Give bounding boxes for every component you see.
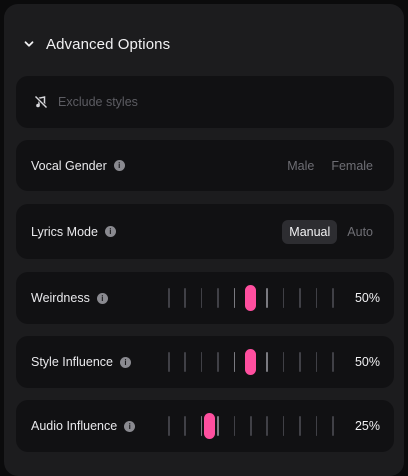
info-icon[interactable]: i — [120, 356, 131, 368]
slider-tick — [266, 288, 268, 308]
slider-tick — [250, 416, 252, 436]
style-influence-label: Style Influence — [31, 355, 113, 369]
slider-tick — [200, 352, 203, 372]
slider-tick — [332, 352, 334, 372]
slider-tick — [299, 288, 301, 308]
slider-tick — [168, 288, 170, 308]
slider-tick — [315, 352, 318, 372]
slider-tick — [332, 416, 334, 436]
exclude-styles-placeholder: Exclude styles — [58, 95, 138, 109]
exclude-styles-field[interactable]: Exclude styles — [16, 76, 394, 128]
weirdness-label: Weirdness — [31, 291, 90, 305]
slider-tick — [282, 288, 285, 308]
slider-tick — [282, 416, 285, 436]
lyrics-mode-row: Lyrics Mode i Manual Auto — [16, 204, 394, 259]
audio-influence-value: 25% — [354, 419, 380, 433]
style-influence-slider[interactable] — [164, 347, 344, 377]
lyrics-mode-auto-option[interactable]: Auto — [340, 220, 380, 244]
slider-tick — [315, 288, 318, 308]
vocal-gender-label: Vocal Gender — [31, 158, 107, 173]
style-influence-row: Style Influence i 50% — [16, 336, 394, 388]
slider-tick — [184, 288, 186, 308]
slider-tick — [200, 288, 203, 308]
chevron-down-icon — [22, 37, 36, 51]
slider-tick — [217, 416, 219, 436]
advanced-options-title: Advanced Options — [46, 35, 171, 53]
slider-tick — [299, 352, 301, 372]
lyrics-mode-label: Lyrics Mode — [31, 224, 98, 239]
slider-thumb[interactable] — [245, 349, 256, 375]
slider-tick — [233, 352, 236, 372]
info-icon[interactable]: i — [104, 226, 116, 237]
slider-tick — [266, 416, 268, 436]
slider-tick — [184, 352, 186, 372]
slider-tick — [299, 416, 301, 436]
weirdness-row: Weirdness i 50% — [16, 272, 394, 324]
lyrics-mode-manual-option[interactable]: Manual — [282, 219, 338, 244]
no-music-icon — [34, 95, 48, 109]
slider-tick — [315, 416, 318, 436]
slider-tick — [233, 416, 236, 436]
advanced-options-panel: Advanced Options Exclude styles Vocal Ge… — [4, 4, 404, 476]
info-icon[interactable]: i — [124, 420, 136, 432]
slider-tick — [266, 352, 268, 372]
weirdness-value: 50% — [354, 291, 380, 305]
audio-influence-slider[interactable] — [164, 411, 344, 441]
slider-tick — [168, 352, 170, 372]
slider-tick — [217, 288, 219, 308]
weirdness-slider[interactable] — [164, 283, 344, 313]
info-icon[interactable]: i — [96, 292, 108, 304]
vocal-gender-female-option[interactable]: Female — [324, 154, 380, 178]
audio-influence-label: Audio Influence — [31, 419, 118, 433]
slider-tick — [282, 352, 285, 372]
info-icon[interactable]: i — [113, 160, 125, 171]
advanced-options-toggle[interactable]: Advanced Options — [22, 32, 170, 56]
style-influence-value: 50% — [354, 355, 380, 369]
slider-tick — [184, 416, 186, 436]
slider-tick — [217, 352, 219, 372]
vocal-gender-row: Vocal Gender i Male Female — [16, 140, 394, 191]
slider-tick — [233, 288, 236, 308]
slider-thumb[interactable] — [204, 413, 215, 439]
slider-tick — [200, 416, 203, 436]
slider-tick — [168, 416, 170, 436]
slider-tick — [332, 288, 334, 308]
slider-thumb[interactable] — [245, 285, 256, 311]
audio-influence-row: Audio Influence i 25% — [16, 400, 394, 452]
vocal-gender-male-option[interactable]: Male — [280, 154, 321, 178]
